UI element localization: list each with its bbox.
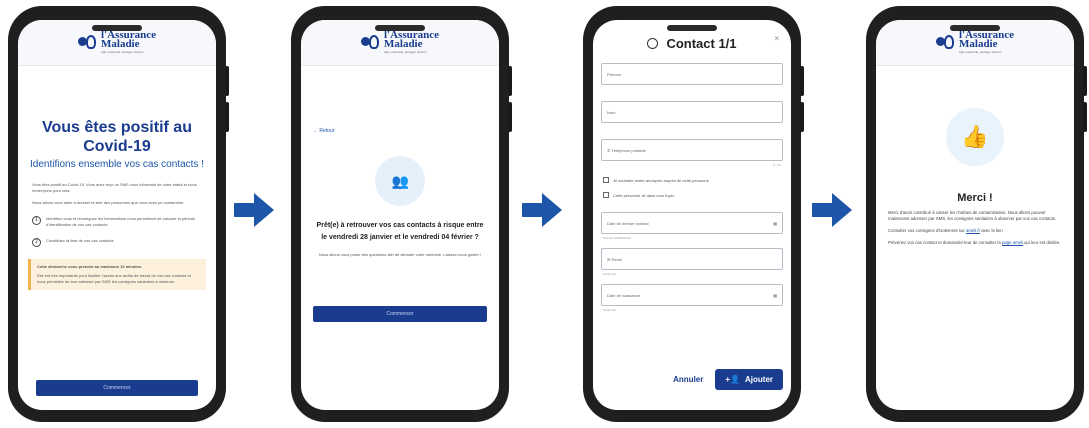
isolation-instructions: Consulter vos consignes d'isolement sur …	[888, 228, 1062, 234]
phone-frame-2: l'Assurance Maladie Agir ensemble, proté…	[291, 6, 512, 422]
step-number-icon: 1	[32, 216, 41, 225]
firstname-placeholder: Prénom	[607, 71, 622, 77]
notify-text: Prévenez vos cas contact et demandez-leu…	[888, 240, 1002, 245]
logo-icon	[361, 34, 381, 51]
page-title: Vous êtes positif au Covid-19	[42, 119, 192, 155]
add-contact-button[interactable]: +👤 Ajouter	[715, 369, 783, 390]
people-icon: 👥	[375, 156, 425, 206]
assurance-maladie-logo: l'Assurance Maladie Agir ensemble, proté…	[78, 30, 156, 54]
add-user-icon: +👤	[725, 375, 740, 384]
logo-line2: Maladie	[384, 38, 423, 50]
anonymous-label: Je souhaite rester anonyme auprès de cet…	[613, 177, 709, 183]
screen-positive-intro: l'Assurance Maladie Agir ensemble, proté…	[18, 20, 216, 410]
screen-thanks: l'Assurance Maladie Agir ensemble, proté…	[876, 20, 1074, 410]
intro-paragraph: Vous êtes positif au Covid-19. Vous avez…	[32, 182, 197, 193]
flow-arrow-icon	[234, 193, 274, 227]
logo-tagline: Agir ensemble, protéger chacun	[384, 50, 427, 54]
calendar-icon[interactable]: ▦	[773, 293, 777, 298]
info-box-title: Cette démarche vous prendra au maximum 1…	[37, 264, 143, 269]
form-title: Contact 1/1	[666, 36, 737, 51]
back-label: Retour	[319, 128, 335, 134]
logo-line2: Maladie	[959, 38, 998, 50]
step-2: 2 Constituez la liste de vos cas contact…	[32, 238, 202, 247]
start-button[interactable]: Commencer	[36, 380, 198, 396]
start-button[interactable]: Commencer	[313, 306, 487, 322]
step-1-text: Identifiez-vous et renseignez les inform…	[46, 216, 196, 227]
duration-info-box: Cette démarche vous prendra au maximum 1…	[28, 259, 206, 290]
phone-placeholder: Téléphone portable	[611, 147, 646, 153]
step-1: 1 Identifiez-vous et renseignez les info…	[32, 216, 202, 228]
notify-contacts-text: Prévenez vos cas contact et demandez-leu…	[888, 240, 1062, 246]
last-contact-date-field[interactable]: Date de dernier contact ▦	[601, 212, 783, 234]
thanks-paragraph: Merci d'avoir contribué à casser les cha…	[888, 210, 1057, 221]
notify-text-suffix: qui leur est dédiée.	[1022, 240, 1061, 245]
household-checkbox[interactable]: Cette personne vit dans mon foyer	[603, 192, 781, 198]
thanks-title: Merci !	[957, 192, 993, 204]
checkbox-icon	[603, 192, 609, 198]
ready-text: Nous allons vous poser des questions afi…	[318, 252, 482, 257]
phone-counter: 0 / 15	[773, 163, 781, 167]
logo-tagline: Agir ensemble, protéger chacun	[101, 50, 144, 54]
lastname-field[interactable]: Nom	[601, 101, 783, 123]
phone-frame-4: l'Assurance Maladie Agir ensemble, proté…	[866, 6, 1087, 422]
screen-ready: l'Assurance Maladie Agir ensemble, proté…	[301, 20, 499, 410]
anonymous-checkbox[interactable]: Je souhaite rester anonyme auprès de cet…	[603, 177, 781, 183]
ready-question: Prêt(e) à retrouver vos cas contacts à r…	[316, 222, 484, 241]
birthdate-placeholder: Date de naissance	[607, 292, 641, 298]
email-field[interactable]: ✉ Email	[601, 248, 783, 270]
thumbs-up-icon: 👍	[946, 108, 1004, 166]
isolation-text: Consulter vos consignes d'isolement sur	[888, 228, 966, 233]
logo-icon	[78, 34, 98, 51]
flow-arrow-icon	[522, 193, 562, 227]
assurance-maladie-logo: l'Assurance Maladie Agir ensemble, proté…	[936, 30, 1014, 54]
back-link[interactable]: ← Retour	[313, 128, 499, 134]
calendar-icon[interactable]: ▦	[773, 221, 777, 226]
logo-line2: Maladie	[101, 38, 140, 50]
step-number-icon: 2	[32, 238, 41, 247]
phone-frame-1: l'Assurance Maladie Agir ensemble, proté…	[8, 6, 229, 422]
logo-icon	[936, 34, 956, 51]
logo-tagline: Agir ensemble, protéger chacun	[959, 50, 1002, 54]
form-actions: Annuler +👤 Ajouter	[593, 369, 791, 390]
phone-frame-3: Contact 1/1 × Prénom Nom ✆ Téléphone por…	[583, 6, 804, 422]
last-contact-helper: Format JJ/MM/AAAA	[603, 236, 632, 240]
arrow-left-icon: ←	[313, 128, 318, 134]
ameli-link[interactable]: ameli.fr	[966, 228, 980, 233]
flow-arrow-icon	[812, 193, 852, 227]
email-helper: Optionnel	[603, 272, 616, 276]
phone-field[interactable]: ✆ Téléphone portable	[601, 139, 783, 161]
lastname-placeholder: Nom	[607, 109, 616, 115]
user-icon	[647, 38, 659, 49]
ameli-page-link[interactable]: page ameli	[1002, 240, 1023, 245]
household-label: Cette personne vit dans mon foyer	[613, 192, 675, 198]
cancel-button[interactable]: Annuler	[673, 375, 703, 384]
form-header: Contact 1/1 ×	[593, 34, 791, 51]
intro-paragraph-2: Nous allons vous aider à dresser la list…	[32, 200, 185, 205]
info-box-text: Elle est très importante pour faciliter …	[37, 273, 191, 284]
isolation-text-suffix: avec le lien	[980, 228, 1003, 233]
birthdate-field[interactable]: Date de naissance ▦	[601, 284, 783, 306]
add-label: Ajouter	[745, 375, 773, 384]
email-placeholder: Email	[611, 256, 622, 262]
last-contact-placeholder: Date de dernier contact	[607, 220, 649, 226]
firstname-field[interactable]: Prénom	[601, 63, 783, 85]
step-2-text: Constituez la liste de vos cas contacts	[46, 238, 114, 243]
screen-contact-form: Contact 1/1 × Prénom Nom ✆ Téléphone por…	[593, 20, 791, 410]
checkbox-icon	[603, 177, 609, 183]
page-subtitle: Identifions ensemble vos cas contacts !	[30, 159, 204, 170]
close-icon[interactable]: ×	[774, 34, 779, 43]
assurance-maladie-logo: l'Assurance Maladie Agir ensemble, proté…	[361, 30, 439, 54]
birthdate-helper: Optionnel	[603, 308, 616, 312]
